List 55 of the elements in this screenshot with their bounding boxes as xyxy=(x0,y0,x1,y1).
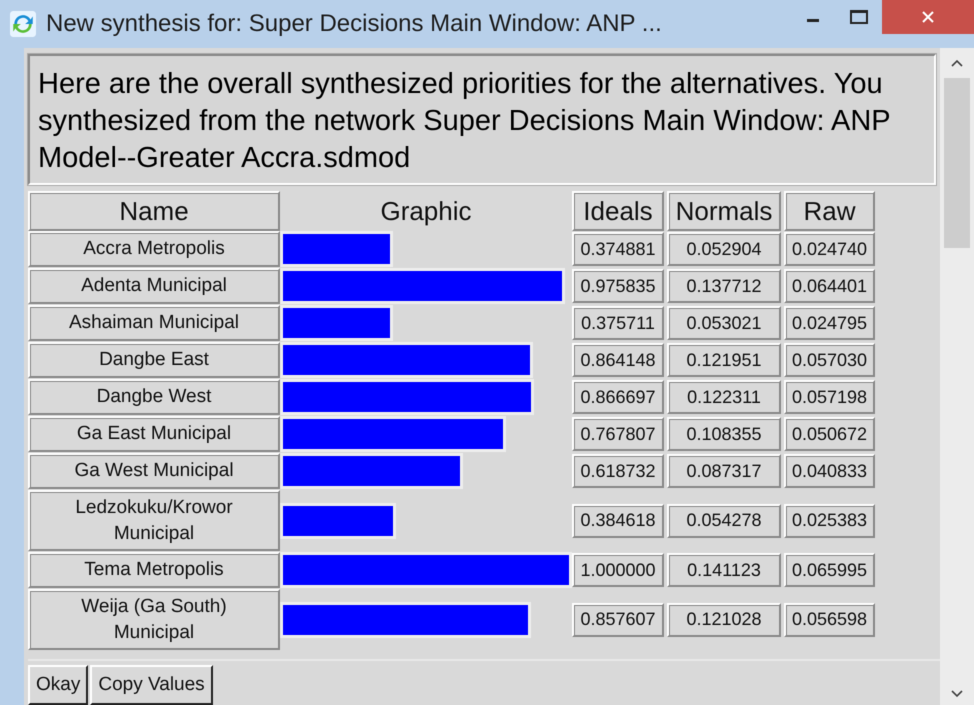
normals-cell: 0.087317 xyxy=(667,454,781,488)
refresh-icon xyxy=(10,11,36,37)
raw-cell: 0.065995 xyxy=(784,553,875,587)
normals-cell: 0.053021 xyxy=(667,306,781,340)
okay-button[interactable]: Okay xyxy=(28,665,88,705)
scrollbar-thumb[interactable] xyxy=(944,78,970,248)
ideals-cell: 1.000000 xyxy=(572,553,664,587)
normals-cell: 0.121028 xyxy=(667,602,781,636)
scrollbar[interactable] xyxy=(940,48,974,705)
name-cell: Adenta Municipal xyxy=(28,268,280,304)
ideals-cell: 0.975835 xyxy=(572,269,664,303)
column-header: Raw xyxy=(784,191,875,231)
ideals-cell: 0.384618 xyxy=(572,504,664,538)
ideals-cell: 0.374881 xyxy=(572,232,664,266)
raw-cell: 0.050672 xyxy=(784,417,875,451)
scroll-down-icon[interactable] xyxy=(950,689,964,699)
raw-cell: 0.040833 xyxy=(784,454,875,488)
window-title: New synthesis for: Super Decisions Main Window: ANP ... xyxy=(46,10,663,38)
ideals-cell: 0.866697 xyxy=(572,380,664,414)
name-cell: Ga East Municipal xyxy=(28,416,280,452)
message-text: Here are the overall synthesized priorities for the alternatives. You synthesized from the network Super Decisions Main Window: ANP Model--Greater Accra.sdmod xyxy=(28,54,936,185)
normals-cell: 0.121951 xyxy=(667,343,781,377)
normals-cell: 0.052904 xyxy=(667,232,781,266)
column-header: Name xyxy=(28,191,280,231)
name-cell: Accra Metropolis xyxy=(28,231,280,267)
name-cell: Tema Metropolis xyxy=(28,552,280,588)
raw-cell: 0.025383 xyxy=(784,504,875,538)
close-icon xyxy=(921,10,935,24)
ideals-cell: 0.767807 xyxy=(572,417,664,451)
ideals-cell: 0.857607 xyxy=(572,602,664,636)
name-cell: Weija (Ga South) Municipal xyxy=(28,589,280,650)
column-header: Normals xyxy=(667,191,781,231)
ideals-cell: 0.864148 xyxy=(572,343,664,377)
name-cell: Ga West Municipal xyxy=(28,453,280,489)
raw-cell: 0.024740 xyxy=(784,232,875,266)
column-header: Graphic xyxy=(379,194,473,228)
normals-cell: 0.108355 xyxy=(667,417,781,451)
raw-cell: 0.056598 xyxy=(784,602,875,636)
raw-cell: 0.057198 xyxy=(784,380,875,414)
raw-cell: 0.024795 xyxy=(784,306,875,340)
raw-cell: 0.064401 xyxy=(784,269,875,303)
ideals-cell: 0.375711 xyxy=(572,306,664,340)
ideals-cell: 0.618732 xyxy=(572,454,664,488)
scroll-up-icon[interactable] xyxy=(950,58,964,68)
normals-cell: 0.054278 xyxy=(667,504,781,538)
normals-cell: 0.141123 xyxy=(667,553,781,587)
normals-cell: 0.122311 xyxy=(667,380,781,414)
copy-values-button[interactable]: Copy Values xyxy=(90,665,213,705)
name-cell: Dangbe East xyxy=(28,342,280,378)
name-cell: Ledzokuku/Krowor Municipal xyxy=(28,490,280,551)
name-cell: Ashaiman Municipal xyxy=(28,305,280,341)
name-cell: Dangbe West xyxy=(28,379,280,415)
column-header: Ideals xyxy=(572,191,664,231)
normals-cell: 0.137712 xyxy=(667,269,781,303)
raw-cell: 0.057030 xyxy=(784,343,875,377)
